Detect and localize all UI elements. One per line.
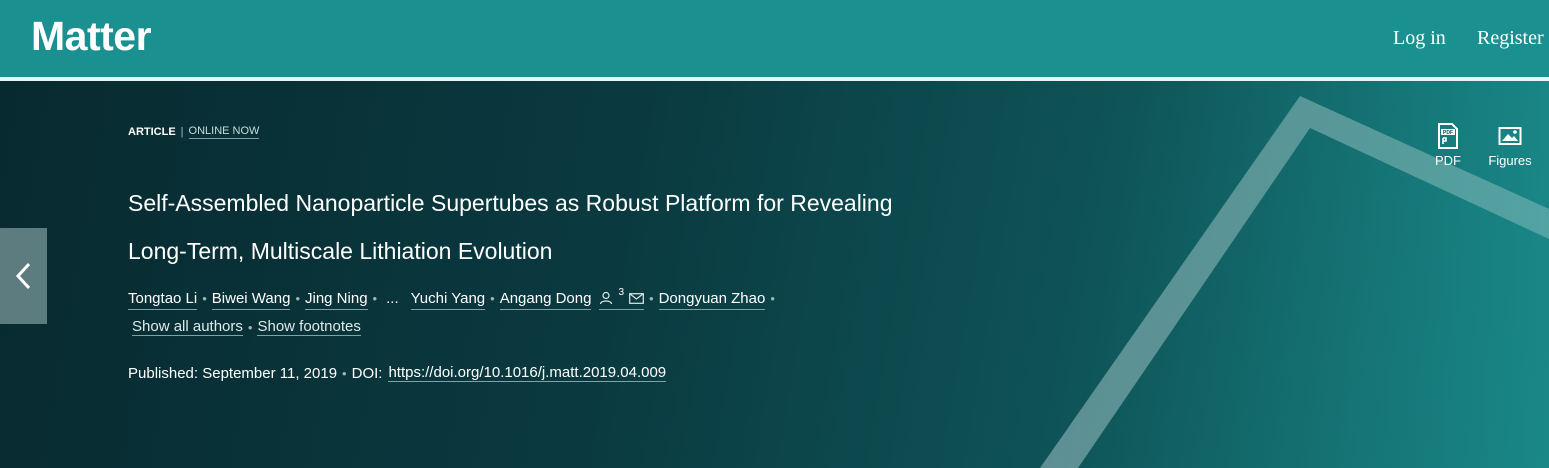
author-list: Tongtao Li • Biwei Wang • Jing Ning • ..… [128,287,888,310]
meta-separator: | [180,126,184,138]
separator-dot: • [247,319,253,335]
separator-dot: • [649,291,654,306]
article-hero: ARTICLE | ONLINE NOW Self-Assembled Nano… [0,81,1549,468]
author-actions: Show all authors • Show footnotes [132,318,361,336]
figures-button[interactable]: Figures [1480,119,1540,168]
top-header: Matter Log in Register [0,0,1549,77]
published-date: Published: September 11, 2019 [128,364,338,382]
pdf-label: PDF [1435,153,1461,168]
authors-ellipsis: ... [386,290,399,307]
separator-dot: • [295,291,300,306]
pdf-button[interactable]: PDF PDF [1418,119,1478,168]
title-line-1: Self-Assembled Nanoparticle Supertubes a… [128,190,893,216]
login-link[interactable]: Log in [1393,27,1446,50]
author-link[interactable]: Tongtao Li [128,289,198,310]
matter-logo[interactable]: Matter [31,13,152,60]
article-title: Self-Assembled Nanoparticle Supertubes a… [128,179,958,275]
corresponding-author-info[interactable]: 3 [599,287,645,310]
show-footnotes-link[interactable]: Show footnotes [257,318,361,336]
author-link[interactable]: Angang Dong [499,289,592,310]
separator-dot: • [770,291,775,306]
show-all-authors-link[interactable]: Show all authors [132,318,243,336]
doi-link[interactable]: https://doi.org/10.1016/j.matt.2019.04.0… [388,364,667,382]
previous-article-button[interactable] [0,228,47,324]
publication-info: Published: September 11, 2019 • DOI: htt… [128,364,667,382]
article-meta: ARTICLE | ONLINE NOW [128,125,260,139]
doi-label: DOI: [351,364,383,382]
svg-text:PDF: PDF [1443,130,1453,136]
author-link[interactable]: Dongyuan Zhao [658,289,766,310]
separator-dot: • [342,365,347,381]
author-link[interactable]: Biwei Wang [211,289,291,310]
figures-label: Figures [1488,153,1532,168]
title-line-2: Long-Term, Multiscale Lithiation Evoluti… [128,238,553,264]
article-type-label: ARTICLE [128,126,176,138]
author-link[interactable]: Yuchi Yang [410,289,486,310]
chevron-left-icon [15,262,30,290]
pdf-icon: PDF [1438,123,1458,149]
image-icon [1498,127,1522,145]
footnote-marker: 3 [618,287,625,298]
online-now-link[interactable]: ONLINE NOW [188,125,260,139]
mail-icon [629,292,644,304]
person-icon [600,291,613,305]
author-link[interactable]: Jing Ning [305,289,368,310]
separator-dot: • [202,291,207,306]
register-link[interactable]: Register [1477,27,1544,50]
separator-dot: • [372,291,378,306]
separator-dot: • [490,291,495,306]
